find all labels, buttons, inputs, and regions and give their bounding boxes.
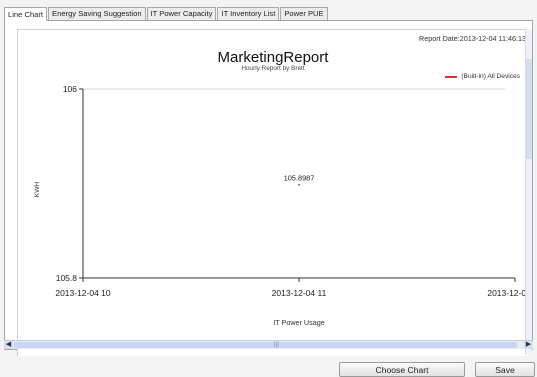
vertical-scrollbar[interactable] [525, 29, 532, 355]
choose-chart-button[interactable]: Choose Chart [339, 362, 465, 377]
line-chart-plot: 106 105.8 2013-12-04 10 2013-12-04 11 2013-1… [34, 84, 528, 327]
tab-power-pue[interactable]: Power PUE [280, 7, 328, 20]
scroll-left-arrow-icon[interactable]: ◀ [4, 341, 13, 349]
horizontal-scrollbar-thumb[interactable]: ||| [14, 342, 517, 348]
horizontal-scrollbar[interactable]: ◀ ||| ▶ [4, 340, 533, 349]
y-axis-title: KWH [34, 182, 41, 198]
x-tick-label: 2013-12-04 12 [487, 288, 528, 298]
data-label: 105.8987 [284, 174, 315, 183]
y-tick-label: 106 [63, 84, 77, 94]
tab-panel: Report Date:2013-12-04 11:46:13 Marketin… [4, 20, 533, 356]
tab-line-chart[interactable]: Line Chart [4, 7, 48, 21]
scroll-right-arrow-icon[interactable]: ▶ [524, 341, 533, 349]
vertical-scrollbar-thumb[interactable] [526, 59, 532, 159]
x-tick-label: 2013-12-04 11 [272, 288, 327, 298]
tab-it-power-capacity[interactable]: IT Power Capacity [146, 7, 217, 20]
x-axis-title: IT Power Usage [273, 318, 324, 327]
tab-energy-saving-suggestion[interactable]: Energy Saving Suggestion [48, 7, 146, 20]
tab-strip: Line Chart Energy Saving Suggestion IT P… [4, 6, 329, 21]
data-point [298, 183, 300, 186]
x-tick-label: 2013-12-04 10 [55, 288, 111, 298]
tab-it-inventory-list[interactable]: IT Inventory List [217, 7, 280, 20]
scrollbar-grip-icon: ||| [274, 342, 279, 348]
y-tick-label: 105.8 [56, 273, 78, 283]
chart-canvas: Report Date:2013-12-04 11:46:13 Marketin… [17, 29, 528, 356]
save-button[interactable]: Save [475, 362, 535, 377]
